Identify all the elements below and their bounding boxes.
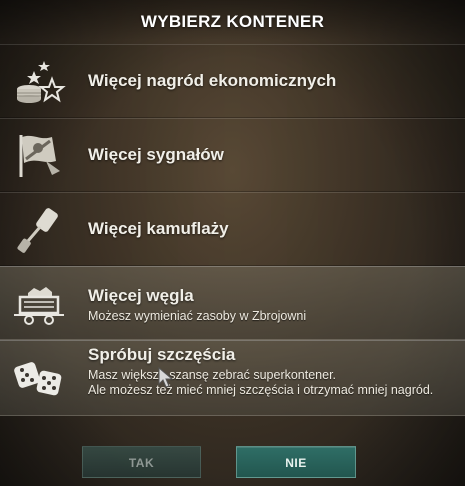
option-label: Spróbuj szczęścia [88,345,236,364]
option-try-luck[interactable]: Spróbuj szczęścia Masz większą szansę ze… [0,340,465,416]
mouse-cursor-icon [158,366,174,389]
container-option-list: Więcej nagród ekonomicznych Więcej sygna… [0,44,465,416]
option-signals[interactable]: Więcej sygnałów [0,118,465,192]
signal-flag-icon [12,131,66,179]
coal-cart-icon [12,279,66,327]
option-camouflage[interactable]: Więcej kamuflaży [0,192,465,266]
option-label: Więcej nagród ekonomicznych [88,71,337,90]
option-description: Masz większą szansę zebrać superkontener… [88,368,434,397]
option-description: Możesz wymieniać zasoby w Zbrojowni [88,309,307,323]
dice-icon [12,354,66,402]
option-economic-rewards[interactable]: Więcej nagród ekonomicznych [0,44,465,118]
option-coal[interactable]: Więcej węgla Możesz wymieniać zasoby w Z… [0,266,465,340]
yes-button[interactable]: TAK [82,446,201,478]
option-label: Więcej węgla [88,286,194,305]
no-button[interactable]: NIE [236,446,356,478]
paint-roller-icon [12,205,66,253]
option-label: Więcej kamuflaży [88,219,229,238]
dialog-title: WYBIERZ KONTENER [140,12,325,31]
option-label: Więcej sygnałów [88,145,224,164]
coins-star-icon [12,57,66,105]
